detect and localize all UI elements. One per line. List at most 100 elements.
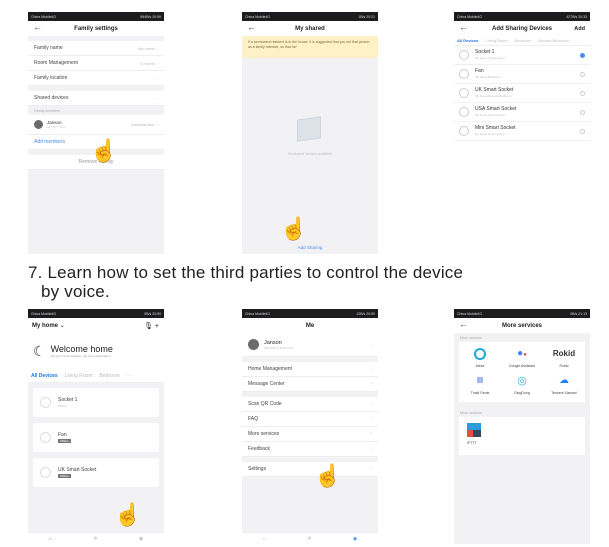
service-rokid[interactable]: Rokid Rokid	[543, 348, 585, 369]
device-card[interactable]: UK Smart Socket Offline	[33, 458, 159, 487]
service-dingdong[interactable]: ◎ DingDong	[501, 375, 543, 396]
status-info: 1B/s 20:21	[358, 14, 375, 19]
scene-tab-icon[interactable]: ✲	[93, 536, 97, 542]
menu-item-message-center[interactable]: Message Center ›	[242, 377, 378, 392]
back-arrow-icon[interactable]: ←	[459, 319, 468, 329]
row-value: My home	[138, 45, 155, 51]
menu-item-faq[interactable]: FAQ ›	[242, 412, 378, 427]
bottom-tab-bar: ⌂ ✲ ◉	[242, 532, 378, 544]
menu-item-settings[interactable]: Settings ›	[242, 462, 378, 477]
back-arrow-icon[interactable]: ←	[33, 22, 42, 32]
device-name: USA Smart Socket	[475, 106, 517, 112]
add-sharing-button[interactable]: Add Sharing	[242, 245, 378, 250]
device-row[interactable]: Socket 1 My home Living Room	[454, 46, 590, 65]
tab-all-devices[interactable]: All Devices	[31, 373, 58, 379]
row-label: Family name	[34, 45, 63, 51]
radio-unchecked[interactable]	[580, 90, 585, 96]
add-icon[interactable]: +	[155, 323, 159, 330]
google-assistant-icon: ●●	[517, 348, 527, 359]
room-management-row[interactable]: Room Management 6 rooms ›	[28, 56, 164, 71]
radio-checked[interactable]	[580, 52, 585, 58]
offline-badge: Offline	[58, 438, 71, 443]
tab-living-room[interactable]: Living Room	[65, 373, 93, 379]
nav-bar: ← Family settings	[28, 21, 164, 36]
profile-row[interactable]: Janson Tap here to find phone ›	[242, 333, 378, 357]
status-info: 12B/s 20:59	[356, 311, 375, 316]
menu-item-feedback[interactable]: Feedback ›	[242, 442, 378, 457]
welcome-banner[interactable]: ☾ Welcome home Set your home location, ge…	[28, 333, 164, 369]
chevron-down-icon: ⌄	[59, 323, 65, 329]
shared-devices-row[interactable]: Shared devices ›	[28, 91, 164, 106]
radio-unchecked[interactable]	[580, 71, 585, 77]
nav-bar: ← My shared	[242, 21, 378, 36]
section-label: Family members	[34, 108, 60, 113]
device-name: Mini Smart Socket	[475, 125, 516, 131]
menu-label: Home Management	[248, 366, 292, 372]
service-ifttt[interactable]: IFTTT	[459, 417, 585, 455]
menu-label: More services	[248, 431, 280, 437]
radio-unchecked[interactable]	[580, 128, 585, 134]
chevron-right-icon: ›	[156, 95, 158, 101]
service-tencent-xiaowei[interactable]: ☁ Tencent Xiaowei	[543, 375, 585, 396]
service-alexa[interactable]: Alexa	[459, 348, 501, 369]
chevron-right-icon: ›	[370, 341, 372, 348]
chevron-right-icon: ›	[370, 381, 372, 387]
scene-tab-icon[interactable]: ✲	[307, 536, 311, 542]
tab-all-devices[interactable]: All Devices	[457, 38, 478, 43]
service-tmall-genie[interactable]: ⦀⦀ Tmall Genie	[459, 375, 501, 396]
home-selector[interactable]: My home ⌄	[32, 322, 65, 329]
device-row[interactable]: UK Smart Socket My home Second Bedroom	[454, 84, 590, 103]
me-tab-icon[interactable]: ◉	[139, 536, 143, 542]
service-label: Tencent Xiaowei	[551, 391, 577, 395]
back-arrow-icon[interactable]: ←	[459, 22, 468, 32]
chevron-right-icon: ›	[370, 431, 372, 437]
nav-bar: ← More services	[454, 318, 590, 333]
family-location-row[interactable]: Family location ›	[28, 71, 164, 86]
carrier-text: China Mobile4G	[245, 311, 271, 316]
menu-item-more-services[interactable]: More services ›	[242, 427, 378, 442]
family-name-row[interactable]: Family name My home ›	[28, 41, 164, 56]
mic-icon[interactable]: 🎙	[144, 323, 153, 330]
menu-item-home-management[interactable]: Home Management ›	[242, 362, 378, 377]
service-google-assistant[interactable]: ●● Google Assistant	[501, 348, 543, 369]
chevron-right-icon: ›	[156, 45, 158, 51]
service-label: Rokid	[559, 364, 569, 368]
status-info: 894B/s 20:59	[140, 14, 161, 19]
carrier-text: China Mobile4G	[457, 14, 483, 19]
phone-more-services: China Mobile4G 0B/s 21:13 ← More services …	[454, 309, 590, 544]
tab-second-bedroom[interactable]: Second Bedroom	[538, 38, 569, 43]
tab-living-room[interactable]: Living Room	[485, 38, 507, 43]
socket-icon	[40, 397, 51, 408]
socket-icon	[459, 107, 469, 117]
pointing-hand-icon: ☝	[114, 502, 142, 527]
tab-bedroom[interactable]: Bedroom	[99, 373, 119, 379]
device-row[interactable]: USA Smart Socket My home Dining Room	[454, 103, 590, 122]
menu-label: Message Center	[248, 381, 285, 387]
tmall-genie-icon: ⦀⦀	[476, 376, 484, 385]
more-icon[interactable]: ···	[127, 373, 132, 379]
chevron-right-icon: ›	[156, 75, 158, 81]
add-button[interactable]: Add	[574, 26, 585, 32]
socket-icon	[459, 126, 469, 136]
member-row[interactable]: Janson va**@***.com Administrator ›	[28, 115, 164, 135]
home-header: My home ⌄ 🎙 +	[28, 318, 164, 333]
tab-bedroom[interactable]: Bedroom	[515, 38, 531, 43]
radio-unchecked[interactable]	[580, 109, 585, 115]
device-card[interactable]: Fan Offline	[33, 423, 159, 452]
device-card[interactable]: Socket 1 Offline	[33, 388, 159, 417]
menu-label: Scan QR Code	[248, 401, 282, 407]
page-title: Family settings	[74, 25, 118, 32]
device-row[interactable]: Mini Smart Socket My home Study Room	[454, 122, 590, 141]
home-tab-icon[interactable]: ⌂	[49, 536, 52, 542]
caption-line-2: by voice.	[41, 282, 110, 301]
offline-badge: Offline	[58, 473, 71, 478]
page-title: Add Sharing Devices	[491, 25, 553, 32]
back-arrow-icon[interactable]: ←	[247, 22, 256, 32]
me-tab-icon[interactable]: ◉	[353, 536, 357, 542]
device-row[interactable]: Fan My home Bedroom	[454, 65, 590, 84]
row-value: 6 rooms	[140, 60, 155, 66]
room-tabs: All Devices Living Room Bedroom ···	[28, 369, 164, 383]
home-tab-icon[interactable]: ⌂	[263, 536, 266, 542]
room-tabs: All Devices Living Room Bedroom Second B…	[454, 36, 590, 46]
menu-item-scan-qr-code[interactable]: Scan QR Code ›	[242, 397, 378, 412]
